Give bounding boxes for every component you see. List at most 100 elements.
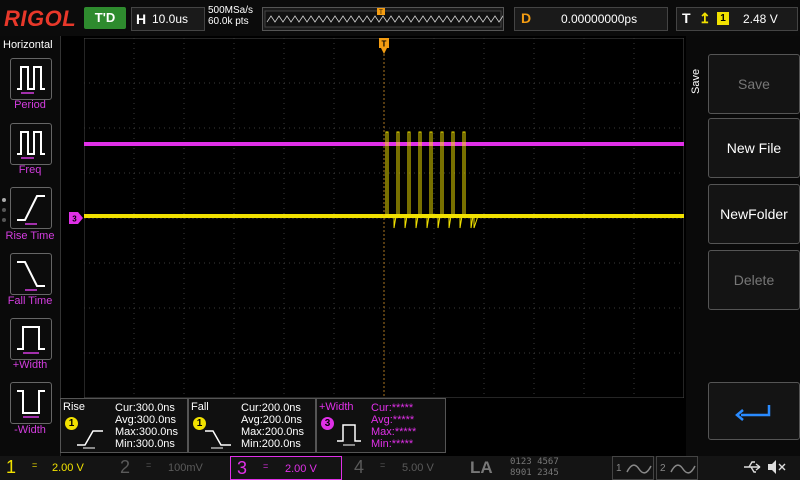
- generator2-box[interactable]: 2: [656, 456, 698, 480]
- memory-overview-bar[interactable]: T: [262, 7, 524, 31]
- positive-width-button[interactable]: [10, 318, 52, 360]
- measurement-rise[interactable]: Rise 1 Cur:300.0ns Avg:300.0ns Max:300.0…: [60, 398, 188, 453]
- menu-title: Save: [690, 68, 702, 94]
- measurement-avg: Avg:200.0ns: [241, 414, 302, 426]
- measurement-max: Max:300.0ns: [115, 426, 178, 438]
- enter-button[interactable]: [708, 382, 800, 440]
- frequency-icon: [17, 131, 45, 159]
- period-label: Period: [14, 99, 46, 111]
- svg-text:T: T: [382, 40, 387, 49]
- rise-time-button[interactable]: [10, 187, 52, 229]
- measurement-max: Max:200.0ns: [241, 426, 304, 438]
- trigger-letter: T: [682, 10, 691, 26]
- la-bits-bottom: 8901 2345: [510, 468, 559, 478]
- logic-analyzer-box[interactable]: LA 0123 4567 8901 2345: [466, 456, 606, 480]
- new-file-button[interactable]: New File: [708, 118, 800, 178]
- negative-width-button[interactable]: [10, 382, 52, 424]
- sample-rate: 500MSa/s: [208, 5, 254, 16]
- measurement-cur: Cur:*****: [371, 402, 414, 414]
- memory-overview-wave: T: [264, 8, 524, 28]
- channel2-box[interactable]: 2 = 100mV: [114, 456, 226, 480]
- period-icon: [17, 66, 45, 94]
- svg-text:3: 3: [72, 215, 77, 224]
- channel-scale: 5.00 V: [402, 462, 434, 474]
- measurement-min: Min:200.0ns: [241, 438, 301, 450]
- channel-number: 4: [354, 457, 365, 477]
- channel-scale: 2.00 V: [285, 463, 317, 475]
- measurement-fall[interactable]: Fall 1 Cur:200.0ns Avg:200.0ns Max:200.0…: [188, 398, 316, 453]
- measurement-avg: Avg:300.0ns: [115, 414, 176, 426]
- measurement-name: Rise: [63, 401, 86, 413]
- delay-value: 0.00000000ps: [561, 12, 638, 26]
- channel1-box[interactable]: 1 = 2.00 V: [0, 456, 112, 480]
- rising-edge-icon: ↥: [699, 10, 711, 26]
- delete-button[interactable]: Delete: [708, 250, 800, 310]
- trigger-box[interactable]: T ↥ 1 2.48 V: [676, 7, 798, 31]
- fall-time-icon: [17, 261, 45, 291]
- channel3-offset-marker[interactable]: 3: [69, 211, 83, 224]
- horizontal-letter: H: [136, 11, 147, 27]
- scroll-indicator: [2, 198, 6, 202]
- sine-wave-icon: [670, 464, 696, 474]
- fall-edge-icon: [205, 430, 231, 449]
- overview-trigger-marker: T: [379, 10, 383, 16]
- sine-wave-icon: [626, 464, 652, 474]
- la-bits-top: 0123 4567: [510, 457, 559, 467]
- channel-scale: 100mV: [168, 462, 203, 474]
- timebase-value: 10.0us: [152, 12, 189, 26]
- trigger-position-marker[interactable]: T: [379, 38, 389, 55]
- dc-coupling-icon: =: [263, 461, 269, 471]
- trigger-source: 1: [717, 12, 729, 25]
- rise-time-icon: [17, 195, 45, 225]
- rigol-logo: RIGOL: [4, 6, 77, 31]
- positive-width-label: +Width: [12, 359, 48, 371]
- period-button[interactable]: [10, 58, 52, 100]
- negative-width-icon: [17, 390, 45, 418]
- la-label: LA: [470, 458, 493, 477]
- channel-number: 2: [120, 457, 131, 477]
- measurement-positive-width[interactable]: +Width 3 Cur:***** Avg:***** Max:***** M…: [316, 398, 446, 453]
- usb-icon: [742, 459, 764, 475]
- trigger-level: 2.48 V: [743, 12, 778, 26]
- measurement-min: Min:*****: [371, 438, 414, 450]
- enter-icon: [735, 405, 771, 421]
- measurement-channel: 3: [321, 417, 334, 430]
- frequency-label: Freq: [18, 164, 42, 176]
- memory-depth: 60.0k pts: [208, 16, 249, 27]
- fall-time-label: Fall Time: [7, 295, 53, 307]
- channel3-box[interactable]: 3 = 2.00 V: [230, 456, 342, 480]
- channel-number: 1: [6, 457, 17, 477]
- horizontal-measure-menu: Horizontal Period Freq Rise Time Fall Ti…: [0, 36, 61, 456]
- measurement-min: Min:300.0ns: [115, 438, 175, 450]
- save-menu: Save Save New File NewFolder Delete: [686, 36, 800, 456]
- measurement-name: +Width: [319, 401, 354, 413]
- rise-edge-icon: [77, 430, 103, 449]
- save-button[interactable]: Save: [708, 54, 800, 114]
- trigger-status-badge[interactable]: T'D: [84, 7, 126, 29]
- measurement-max: Max:*****: [371, 426, 417, 438]
- frequency-button[interactable]: [10, 123, 52, 165]
- dc-coupling-icon: =: [146, 460, 152, 470]
- channel-number: 3: [237, 458, 248, 478]
- waveform-display[interactable]: [84, 38, 684, 398]
- dc-coupling-icon: =: [380, 460, 386, 470]
- delay-box[interactable]: D 0.00000000ps: [514, 7, 668, 31]
- negative-width-label: -Width: [14, 424, 46, 436]
- measurement-name: Fall: [191, 401, 209, 413]
- scroll-indicator: [2, 208, 6, 212]
- dc-coupling-icon: =: [32, 460, 38, 470]
- fall-time-button[interactable]: [10, 253, 52, 295]
- horizontal-timebase-box[interactable]: H 10.0us: [131, 7, 205, 31]
- rise-time-label: Rise Time: [5, 230, 55, 242]
- measurement-cur: Cur:300.0ns: [115, 402, 175, 414]
- generator-number: 2: [660, 463, 666, 474]
- generator-number: 1: [616, 463, 622, 474]
- generator1-box[interactable]: 1: [612, 456, 654, 480]
- channel4-box[interactable]: 4 = 5.00 V: [348, 456, 460, 480]
- positive-width-icon: [17, 326, 45, 354]
- measurement-avg: Avg:*****: [371, 414, 415, 426]
- channel-scale: 2.00 V: [52, 462, 84, 474]
- pulse-width-icon: [337, 424, 361, 446]
- speaker-mute-icon[interactable]: [766, 459, 788, 475]
- new-folder-button[interactable]: NewFolder: [708, 184, 800, 244]
